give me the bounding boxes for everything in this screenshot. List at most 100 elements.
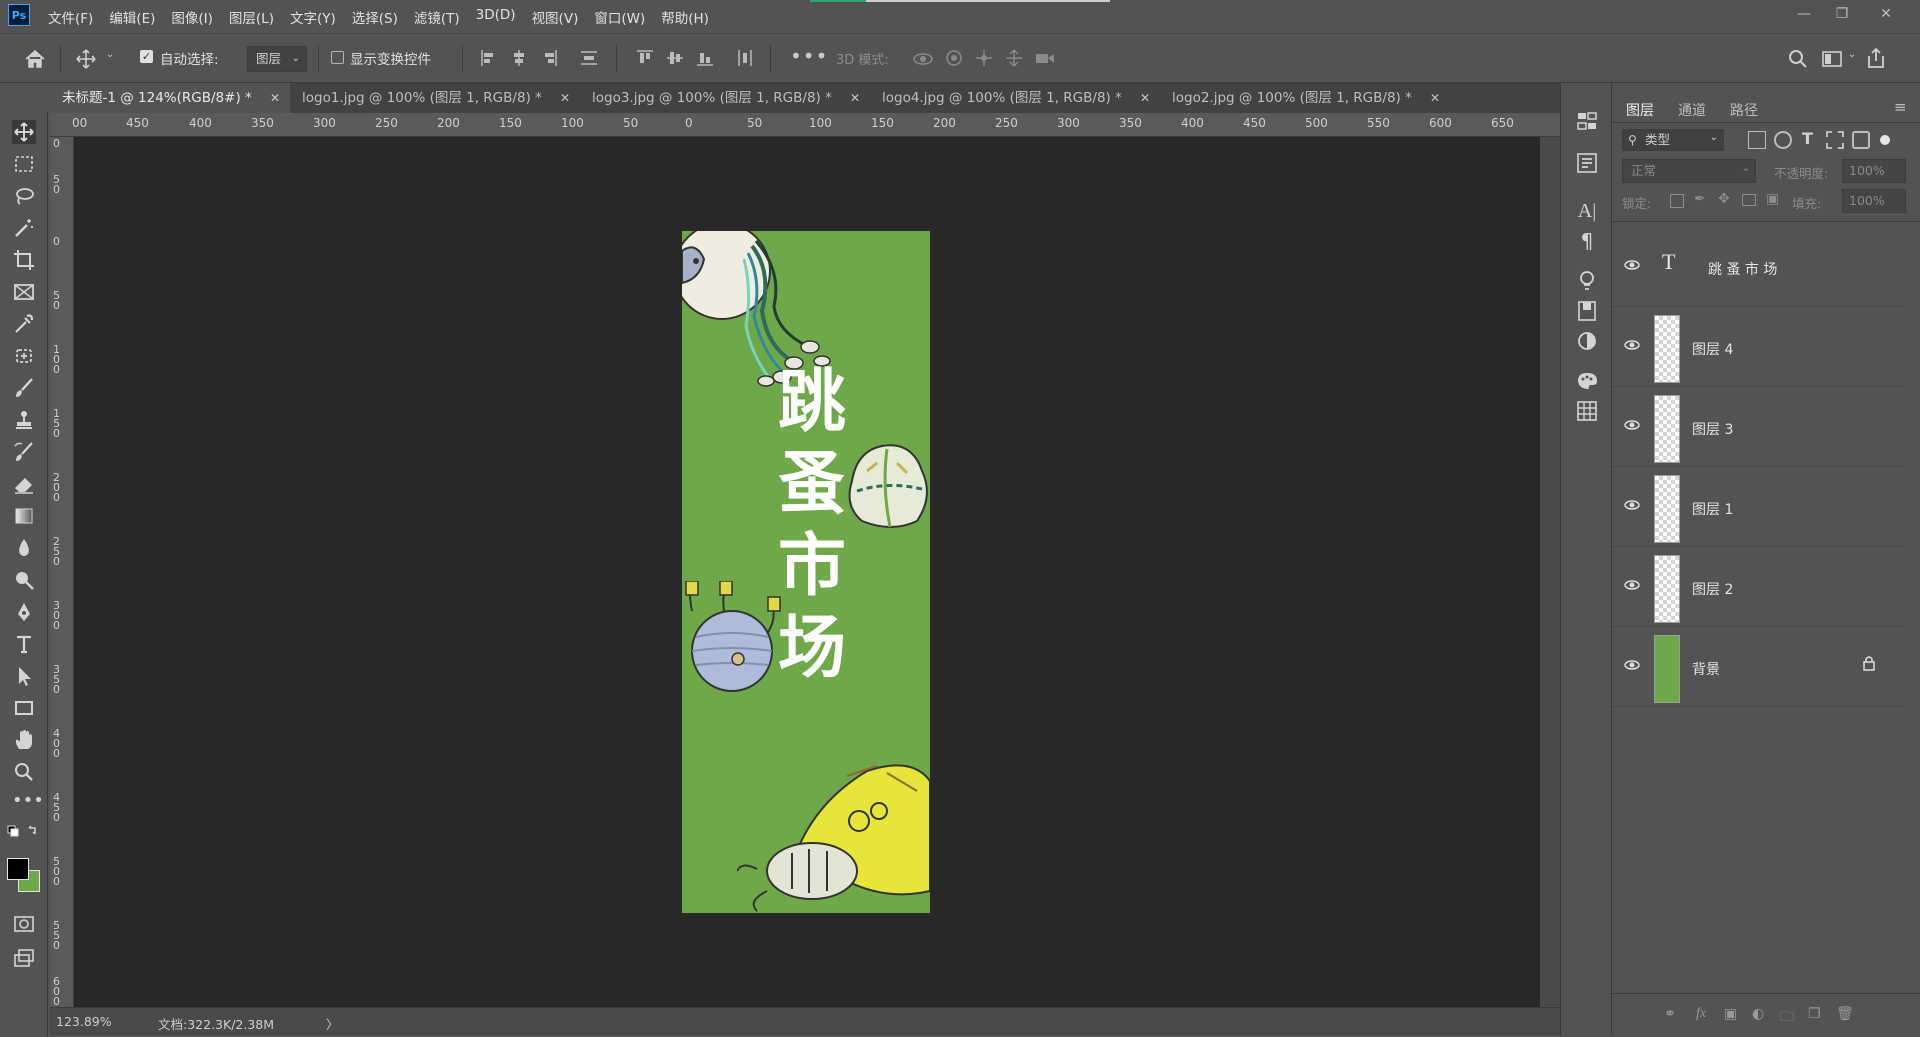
hand-tool-icon[interactable] (12, 728, 36, 752)
character-panel-icon[interactable]: A| (1575, 199, 1599, 223)
close-icon[interactable]: ✕ (560, 83, 570, 113)
more-options-icon[interactable]: ••• (790, 44, 828, 68)
eyedropper-tool-icon[interactable] (12, 312, 36, 336)
new-layer-icon[interactable]: ❐ (1808, 1006, 1826, 1024)
group-folder-icon[interactable]: 🗀 (1780, 1006, 1798, 1025)
menu-image[interactable]: 图像(I) (171, 7, 213, 27)
close-icon[interactable]: ✕ (1140, 83, 1150, 113)
lock-icon[interactable] (1862, 655, 1876, 671)
menu-view[interactable]: 视图(V) (532, 7, 579, 27)
delete-layer-icon[interactable]: 🗑 (1836, 1006, 1854, 1024)
libraries-panel-icon[interactable] (1575, 299, 1599, 323)
status-arrow-icon[interactable]: 〉 (326, 1014, 339, 1033)
adjustment-layer-icon[interactable]: ◐ (1752, 1006, 1770, 1024)
layer-row-2[interactable]: 图层 2 (1612, 547, 1902, 627)
layer-row-background[interactable]: 背景 (1612, 627, 1902, 707)
eye-icon[interactable] (1624, 337, 1640, 353)
menu-layer[interactable]: 图层(L) (229, 7, 274, 27)
menu-3d[interactable]: 3D(D) (476, 7, 516, 27)
eye-icon[interactable] (1624, 657, 1640, 673)
link-layers-icon[interactable]: ⚭ (1664, 1006, 1682, 1024)
3d-pan-icon[interactable] (974, 48, 994, 68)
show-transform-checkbox[interactable] (331, 51, 344, 64)
add-mask-icon[interactable]: ▣ (1724, 1006, 1742, 1024)
history-brush-tool-icon[interactable] (12, 440, 36, 464)
align-center-icon[interactable] (510, 49, 528, 67)
align-left-icon[interactable] (480, 49, 498, 67)
restore-icon[interactable]: ❐ (1826, 2, 1858, 26)
menu-edit[interactable]: 编辑(E) (109, 7, 155, 27)
distribute-vertical-icon[interactable] (580, 49, 598, 67)
tab-paths[interactable]: 路径 (1730, 100, 1758, 120)
type-tool-icon[interactable] (12, 632, 36, 656)
lock-position-icon[interactable]: ✥ (1718, 191, 1730, 207)
minimize-icon[interactable]: — (1788, 2, 1820, 26)
blur-tool-icon[interactable] (12, 536, 36, 560)
chevron-down-icon[interactable]: ⌄ (106, 49, 114, 60)
align-top-icon[interactable] (636, 49, 654, 67)
vertical-scrollbar[interactable] (1540, 137, 1560, 1007)
close-icon[interactable]: ✕ (270, 83, 280, 113)
screen-mode-icon[interactable] (12, 946, 36, 970)
panel-menu-icon[interactable]: ≡ (1894, 98, 1907, 116)
close-icon[interactable]: ✕ (850, 83, 860, 113)
close-window-icon[interactable]: ✕ (1870, 2, 1902, 26)
chevron-down-icon[interactable]: ⌄ (1848, 49, 1856, 60)
eye-icon[interactable] (1624, 497, 1640, 513)
menu-help[interactable]: 帮助(H) (661, 7, 709, 27)
close-icon[interactable]: ✕ (1430, 83, 1440, 113)
light-bulb-icon[interactable] (1575, 269, 1599, 293)
align-middle-icon[interactable] (666, 49, 684, 67)
healing-brush-tool-icon[interactable] (12, 344, 36, 368)
eye-icon[interactable] (1624, 577, 1640, 593)
tab-untitled-1[interactable]: 未标题-1 @ 124%(RGB/8#) * ✕ (50, 83, 290, 113)
adjustments-panel-icon[interactable] (1575, 329, 1599, 353)
layer-row-1[interactable]: 图层 1 (1612, 467, 1902, 547)
tab-logo1[interactable]: logo1.jpg @ 100% (图层 1, RGB/8) * ✕ (290, 83, 580, 113)
3d-orbit-icon[interactable] (912, 49, 934, 69)
3d-roll-icon[interactable] (944, 48, 964, 68)
3d-slide-icon[interactable] (1004, 48, 1024, 68)
lock-artboard-icon[interactable] (1742, 194, 1756, 206)
magic-wand-tool-icon[interactable] (12, 216, 36, 240)
move-tool-icon[interactable] (76, 49, 96, 69)
swatches-palette-icon[interactable] (1575, 369, 1599, 393)
fill-field[interactable]: 100% (1842, 189, 1906, 213)
quick-mask-icon[interactable] (12, 912, 36, 936)
layer-row-text[interactable]: T 跳 蚤 市 场 (1612, 227, 1902, 307)
frame-tool-icon[interactable] (12, 280, 36, 304)
layer-filter-dropdown[interactable]: ⚲ 类型 ⌄ (1622, 129, 1724, 151)
gradient-tool-icon[interactable] (12, 504, 36, 528)
lock-pixels-icon[interactable]: ✒ (1694, 191, 1706, 207)
properties-panel-icon[interactable] (1575, 151, 1599, 175)
blend-mode-dropdown[interactable]: 正常 ⌄ (1622, 159, 1756, 183)
tab-layers[interactable]: 图层 (1626, 100, 1654, 120)
swap-colors-icon[interactable] (7, 824, 41, 848)
opacity-field[interactable]: 100% (1842, 159, 1906, 183)
3d-camera-icon[interactable] (1034, 49, 1056, 67)
share-icon[interactable] (1866, 47, 1886, 69)
eraser-tool-icon[interactable] (12, 472, 36, 496)
fx-icon[interactable]: fx (1696, 1006, 1714, 1024)
crop-tool-icon[interactable] (12, 248, 36, 272)
history-panel-icon[interactable] (1575, 109, 1599, 133)
layer-row-3[interactable]: 图层 3 (1612, 387, 1902, 467)
dodge-tool-icon[interactable] (12, 568, 36, 592)
menu-select[interactable]: 选择(S) (352, 7, 398, 27)
auto-select-checkbox[interactable]: ✓ (140, 50, 153, 63)
home-icon[interactable] (24, 49, 46, 69)
filter-type-icon[interactable]: T (1802, 129, 1813, 148)
brush-tool-icon[interactable] (12, 376, 36, 400)
workspace-icon[interactable] (1822, 50, 1842, 68)
filter-pixel-icon[interactable] (1748, 131, 1766, 149)
eye-icon[interactable] (1624, 257, 1640, 273)
layer-row-4[interactable]: 图层 4 (1612, 307, 1902, 387)
align-right-icon[interactable] (540, 49, 558, 67)
tab-channels[interactable]: 通道 (1678, 100, 1706, 120)
tab-logo2[interactable]: logo2.jpg @ 100% (图层 1, RGB/8) * ✕ (1160, 83, 1450, 113)
pen-tool-icon[interactable] (12, 600, 36, 624)
lock-all-icon[interactable]: ▣ (1766, 191, 1779, 207)
auto-select-dropdown[interactable]: 图层 ⌄ (247, 46, 307, 72)
rectangle-tool-icon[interactable] (12, 696, 36, 720)
clone-stamp-tool-icon[interactable] (12, 408, 36, 432)
